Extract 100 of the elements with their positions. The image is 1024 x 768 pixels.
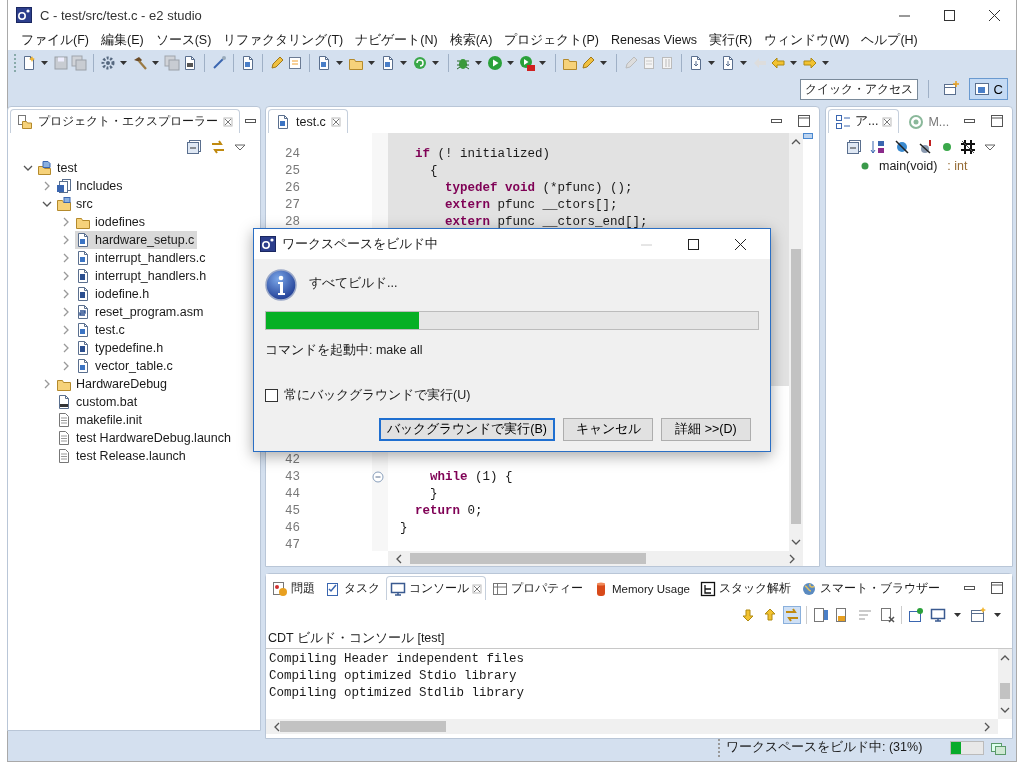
horizontal-scrollbar[interactable] — [266, 719, 998, 734]
hide-static-icon[interactable] — [918, 139, 934, 155]
chevron-right-icon[interactable] — [42, 379, 51, 389]
caret-icon[interactable] — [336, 60, 343, 65]
document-icon[interactable] — [380, 54, 396, 71]
menu-item[interactable]: プロジェクト(P) — [498, 31, 605, 49]
view-tab[interactable]: タスク — [321, 576, 384, 600]
chevron-right-icon[interactable] — [61, 325, 70, 335]
menu-item[interactable]: リファクタリング(T) — [217, 31, 350, 49]
clear-icon[interactable] — [879, 606, 895, 623]
document-arrow-icon[interactable] — [720, 54, 736, 71]
caret-icon[interactable] — [708, 60, 715, 65]
view-tab[interactable]: ア... — [828, 109, 900, 133]
pencil-icon[interactable] — [269, 54, 285, 71]
maximize-icon[interactable] — [990, 581, 1004, 595]
link-arrows-icon[interactable] — [210, 139, 226, 155]
view-tab[interactable]: Memory Usage — [589, 576, 694, 600]
hide-fields-icon[interactable] — [894, 139, 910, 155]
scroll-right-icon[interactable] — [982, 720, 992, 733]
arrow-down-icon[interactable] — [740, 606, 756, 623]
horizontal-scrollbar[interactable] — [388, 551, 803, 566]
caret-icon[interactable] — [790, 60, 797, 65]
caret-icon[interactable] — [152, 60, 159, 65]
caret-icon[interactable] — [600, 60, 607, 65]
quick-access-field[interactable]: クイック・アクセス — [799, 78, 918, 100]
tree-item[interactable]: interrupt_handlers.c — [75, 249, 209, 267]
tree-item[interactable]: test HardwareDebug.launch — [56, 429, 234, 447]
sort-icon[interactable] — [870, 139, 886, 155]
hammer-icon[interactable] — [132, 54, 148, 71]
scroll-left-icon[interactable] — [272, 720, 282, 733]
chevron-right-icon[interactable] — [61, 361, 70, 371]
tree-item[interactable]: vector_table.c — [75, 357, 176, 375]
dot-icon[interactable] — [942, 142, 952, 152]
outline-item[interactable]: main(void) : int — [826, 157, 1012, 175]
tree-item[interactable]: test — [37, 159, 81, 177]
scroll-up-icon[interactable] — [999, 653, 1011, 663]
view-tab[interactable]: M... — [901, 109, 957, 133]
document-arrow-icon[interactable] — [688, 54, 704, 71]
perspective-button[interactable]: C — [968, 78, 1008, 100]
caret-icon[interactable] — [475, 60, 482, 65]
tree-item[interactable]: iodefines — [75, 213, 149, 231]
caret-icon[interactable] — [41, 60, 48, 65]
view-menu-icon[interactable] — [984, 142, 996, 152]
document-icon[interactable] — [316, 54, 332, 71]
view-tab[interactable]: プロジェクト・エクスプローラー — [10, 109, 240, 133]
tree-item[interactable]: HardwareDebug — [56, 375, 171, 393]
chevron-right-icon[interactable] — [61, 307, 70, 317]
tree-item[interactable]: src — [56, 195, 96, 213]
wand-icon[interactable] — [211, 54, 227, 71]
scroll-up-icon[interactable] — [790, 137, 802, 147]
caret-icon[interactable] — [368, 60, 375, 65]
tree-item[interactable]: reset_program.asm — [75, 303, 207, 321]
vertical-scrollbar[interactable] — [789, 133, 803, 551]
caret-icon[interactable] — [507, 60, 514, 65]
scroll-right-icon[interactable] — [787, 552, 797, 565]
pin-icon[interactable] — [908, 606, 924, 623]
chevron-right-icon[interactable] — [61, 217, 70, 227]
caret-icon[interactable] — [994, 612, 1001, 617]
menu-item[interactable]: 実行(R) — [702, 31, 759, 49]
caret-icon[interactable] — [539, 60, 546, 65]
checkbox[interactable]: 常にバックグラウンドで実行(U) — [265, 387, 471, 404]
caret-icon[interactable] — [400, 60, 407, 65]
maximize-icon[interactable] — [688, 238, 699, 250]
monitor-icon[interactable] — [930, 606, 946, 623]
binary-file-icon[interactable] — [182, 54, 198, 71]
arrow-up-icon[interactable] — [762, 606, 778, 623]
menu-item[interactable]: Renesas Views — [605, 33, 703, 47]
document-icon[interactable] — [240, 54, 256, 71]
tree-item[interactable]: test.c — [75, 321, 128, 339]
scrollbar-thumb[interactable] — [280, 721, 446, 732]
chevron-right-icon[interactable] — [61, 343, 70, 353]
vertical-scrollbar[interactable] — [998, 649, 1012, 719]
menu-item[interactable]: ウィンドウ(W) — [758, 31, 856, 49]
scrollbar-thumb[interactable] — [791, 249, 801, 524]
view-menu-icon[interactable] — [234, 142, 246, 152]
maximize-icon[interactable] — [797, 114, 811, 128]
menu-item[interactable]: 編集(E) — [94, 31, 150, 49]
hash-icon[interactable] — [960, 139, 976, 155]
caret-icon[interactable] — [432, 60, 439, 65]
scroll-left-icon[interactable] — [394, 552, 404, 565]
menu-item[interactable]: ナビゲート(N) — [349, 31, 444, 49]
chevron-right-icon[interactable] — [61, 271, 70, 281]
menu-item[interactable]: ヘルプ(H) — [855, 31, 924, 49]
tree-item[interactable]: iodefine.h — [75, 285, 153, 303]
chevron-right-icon[interactable] — [61, 289, 70, 299]
tree-item[interactable]: custom.bat — [56, 393, 141, 411]
note-icon[interactable] — [287, 54, 303, 71]
details-button[interactable]: 詳細 >>(D) — [661, 418, 751, 441]
scroll-lock-icon[interactable] — [813, 606, 829, 623]
run-icon[interactable] — [519, 54, 535, 71]
chevron-down-icon[interactable] — [22, 164, 33, 172]
chevron-right-icon[interactable] — [61, 235, 70, 245]
caret-icon[interactable] — [740, 60, 747, 65]
chevron-down-icon[interactable] — [41, 200, 52, 208]
view-tab[interactable]: コンソール — [386, 576, 486, 600]
caret-icon[interactable] — [954, 612, 961, 617]
tree-item[interactable]: makefile.init — [56, 411, 145, 429]
tree-item[interactable]: Includes — [56, 177, 126, 195]
collapse-all-icon[interactable] — [846, 139, 862, 155]
tree-item[interactable]: interrupt_handlers.h — [75, 267, 210, 285]
